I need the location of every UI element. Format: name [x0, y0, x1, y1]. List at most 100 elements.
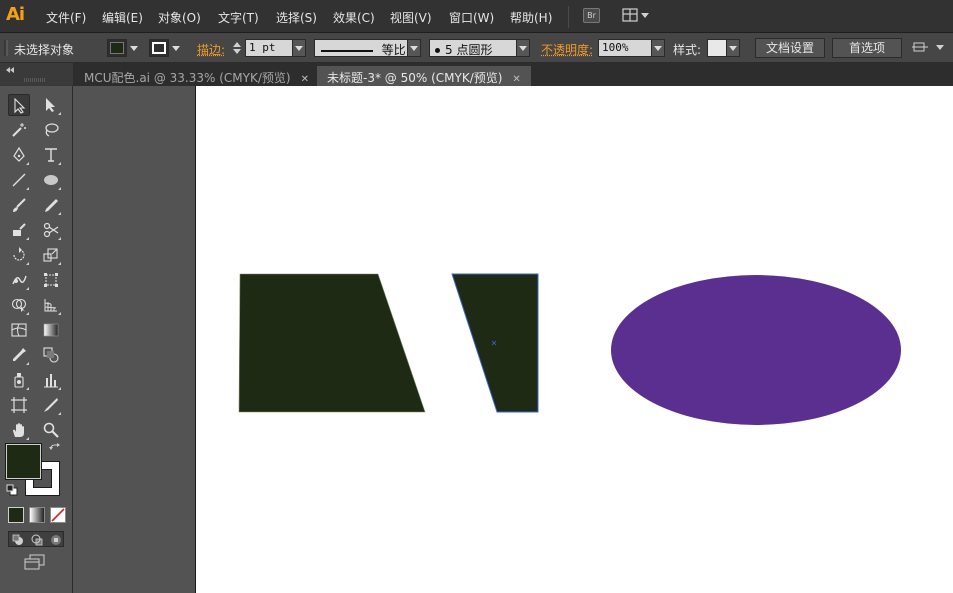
pen-tool[interactable] [8, 144, 30, 166]
tools-panel-header[interactable] [0, 63, 73, 86]
document-setup-button[interactable]: 文档设置 [755, 38, 825, 58]
blob-brush-tool[interactable] [8, 219, 30, 241]
slice-knife-icon [44, 398, 58, 412]
close-icon[interactable]: ✕ [512, 74, 520, 85]
dark-green-slanted-shape [451, 273, 539, 413]
slice-tool[interactable] [40, 394, 62, 416]
tab-untitled-3[interactable]: 未标题-3* @ 50% (CMYK/预览) ✕ [317, 66, 531, 86]
artwork-canvas [238, 273, 901, 425]
stroke-profile-dropdown[interactable] [407, 39, 421, 57]
selection-tool[interactable] [8, 94, 30, 116]
artboard[interactable] [195, 86, 953, 593]
scissors-tool[interactable] [40, 219, 62, 241]
free-transform-tool[interactable] [40, 269, 62, 291]
fill-swatch[interactable] [107, 39, 127, 57]
gradient-tool[interactable] [40, 319, 62, 341]
pencil-icon [45, 199, 58, 212]
stroke-swatch[interactable] [149, 39, 169, 57]
tab-mcu-document[interactable]: MCU配色.ai @ 33.33% (CMYK/预览) ✕ [74, 66, 319, 86]
brush-dropdown[interactable] [516, 39, 530, 57]
draw-behind-icon[interactable] [31, 534, 43, 546]
draw-normal-icon[interactable] [12, 534, 24, 546]
brush-label: 5 点圆形 [445, 43, 493, 57]
chevron-down-icon [410, 46, 418, 51]
drawing-modes-group [8, 531, 64, 547]
menu-effect[interactable]: 效果(C) [333, 9, 375, 26]
line-segment-tool[interactable] [8, 169, 30, 191]
paintbrush-icon [13, 198, 26, 212]
stroke-weight-stepper-icon[interactable] [232, 40, 242, 56]
stroke-weight-dropdown[interactable] [292, 39, 306, 57]
align-options-icon[interactable] [912, 41, 946, 55]
purple-ellipse-shape [611, 275, 901, 425]
menu-edit[interactable]: 编辑(E) [102, 9, 143, 26]
gradient-mode-button[interactable] [29, 507, 45, 523]
swap-fill-stroke-icon[interactable] [49, 443, 61, 455]
gradient-icon [43, 323, 59, 337]
pasteboard[interactable] [74, 86, 195, 593]
opacity-field[interactable]: 100% [598, 39, 652, 57]
draw-inside-icon[interactable] [50, 534, 62, 546]
selection-status: 未选择对象 [14, 43, 75, 57]
perspective-grid-tool[interactable] [40, 294, 62, 316]
none-mode-button[interactable] [50, 507, 66, 523]
collapse-panel-icon[interactable] [5, 66, 15, 74]
brush-definition-field[interactable]: 5 点圆形 [429, 39, 517, 57]
menu-help[interactable]: 帮助(H) [510, 9, 552, 26]
ellipse-tool[interactable] [40, 169, 62, 191]
ellipse-icon [44, 175, 58, 185]
pencil-tool[interactable] [40, 194, 62, 216]
scale-tool[interactable] [40, 244, 62, 266]
zoom-tool[interactable] [40, 419, 62, 441]
preferences-button[interactable]: 首选项 [832, 38, 902, 58]
bridge-button[interactable]: Br [583, 8, 600, 23]
default-fill-stroke-icon[interactable] [6, 484, 18, 496]
menu-object[interactable]: 对象(O) [158, 9, 201, 26]
opacity-dropdown[interactable] [651, 39, 665, 57]
hand-icon [13, 423, 24, 437]
menu-select[interactable]: 选择(S) [276, 9, 317, 26]
stroke-weight-field[interactable]: 1 pt [245, 39, 293, 57]
graphic-style-swatch[interactable] [707, 39, 727, 57]
menu-type[interactable]: 文字(T) [218, 9, 259, 26]
menu-divider [568, 6, 569, 28]
screen-mode-icon[interactable] [24, 554, 46, 572]
shape-builder-tool[interactable] [8, 294, 30, 316]
column-graph-tool[interactable] [40, 369, 62, 391]
panel-grip-icon [24, 78, 46, 82]
artboard-icon [11, 397, 27, 413]
variable-width-profile-field[interactable]: 等比 [314, 39, 408, 57]
direct-selection-tool[interactable] [40, 94, 62, 116]
scale-icon [43, 248, 58, 262]
blend-tool[interactable] [40, 344, 62, 366]
graphic-style-dropdown[interactable] [726, 39, 740, 57]
warp-tool[interactable] [8, 269, 30, 291]
mesh-tool[interactable] [8, 319, 30, 341]
symbol-sprayer-icon [14, 373, 24, 388]
eyedropper-tool[interactable] [8, 344, 30, 366]
lasso-icon [45, 123, 59, 137]
rotate-tool[interactable] [8, 244, 30, 266]
menu-view[interactable]: 视图(V) [390, 9, 432, 26]
fill-dropdown-icon[interactable] [130, 46, 138, 51]
free-transform-icon [44, 273, 58, 287]
symbol-sprayer-tool[interactable] [8, 369, 30, 391]
paintbrush-tool[interactable] [8, 194, 30, 216]
menu-window[interactable]: 窗口(W) [449, 9, 494, 26]
tab-label: 未标题-3* @ 50% (CMYK/预览) [327, 71, 503, 85]
arrange-documents-icon [622, 8, 649, 22]
color-mode-button[interactable] [8, 507, 24, 523]
stroke-dropdown-icon[interactable] [172, 46, 180, 51]
hand-tool[interactable] [8, 419, 30, 441]
fill-color-box[interactable] [5, 443, 42, 480]
arrange-documents-button[interactable] [622, 8, 650, 23]
type-tool[interactable] [40, 144, 62, 166]
stroke-label[interactable]: 描边: [197, 41, 225, 58]
artboard-tool[interactable] [8, 394, 30, 416]
magnifier-icon [43, 422, 59, 438]
opacity-label[interactable]: 不透明度: [541, 41, 593, 58]
menu-file[interactable]: 文件(F) [46, 9, 86, 26]
magic-wand-tool[interactable] [8, 119, 30, 141]
lasso-tool[interactable] [40, 119, 62, 141]
close-icon[interactable]: ✕ [301, 74, 309, 85]
